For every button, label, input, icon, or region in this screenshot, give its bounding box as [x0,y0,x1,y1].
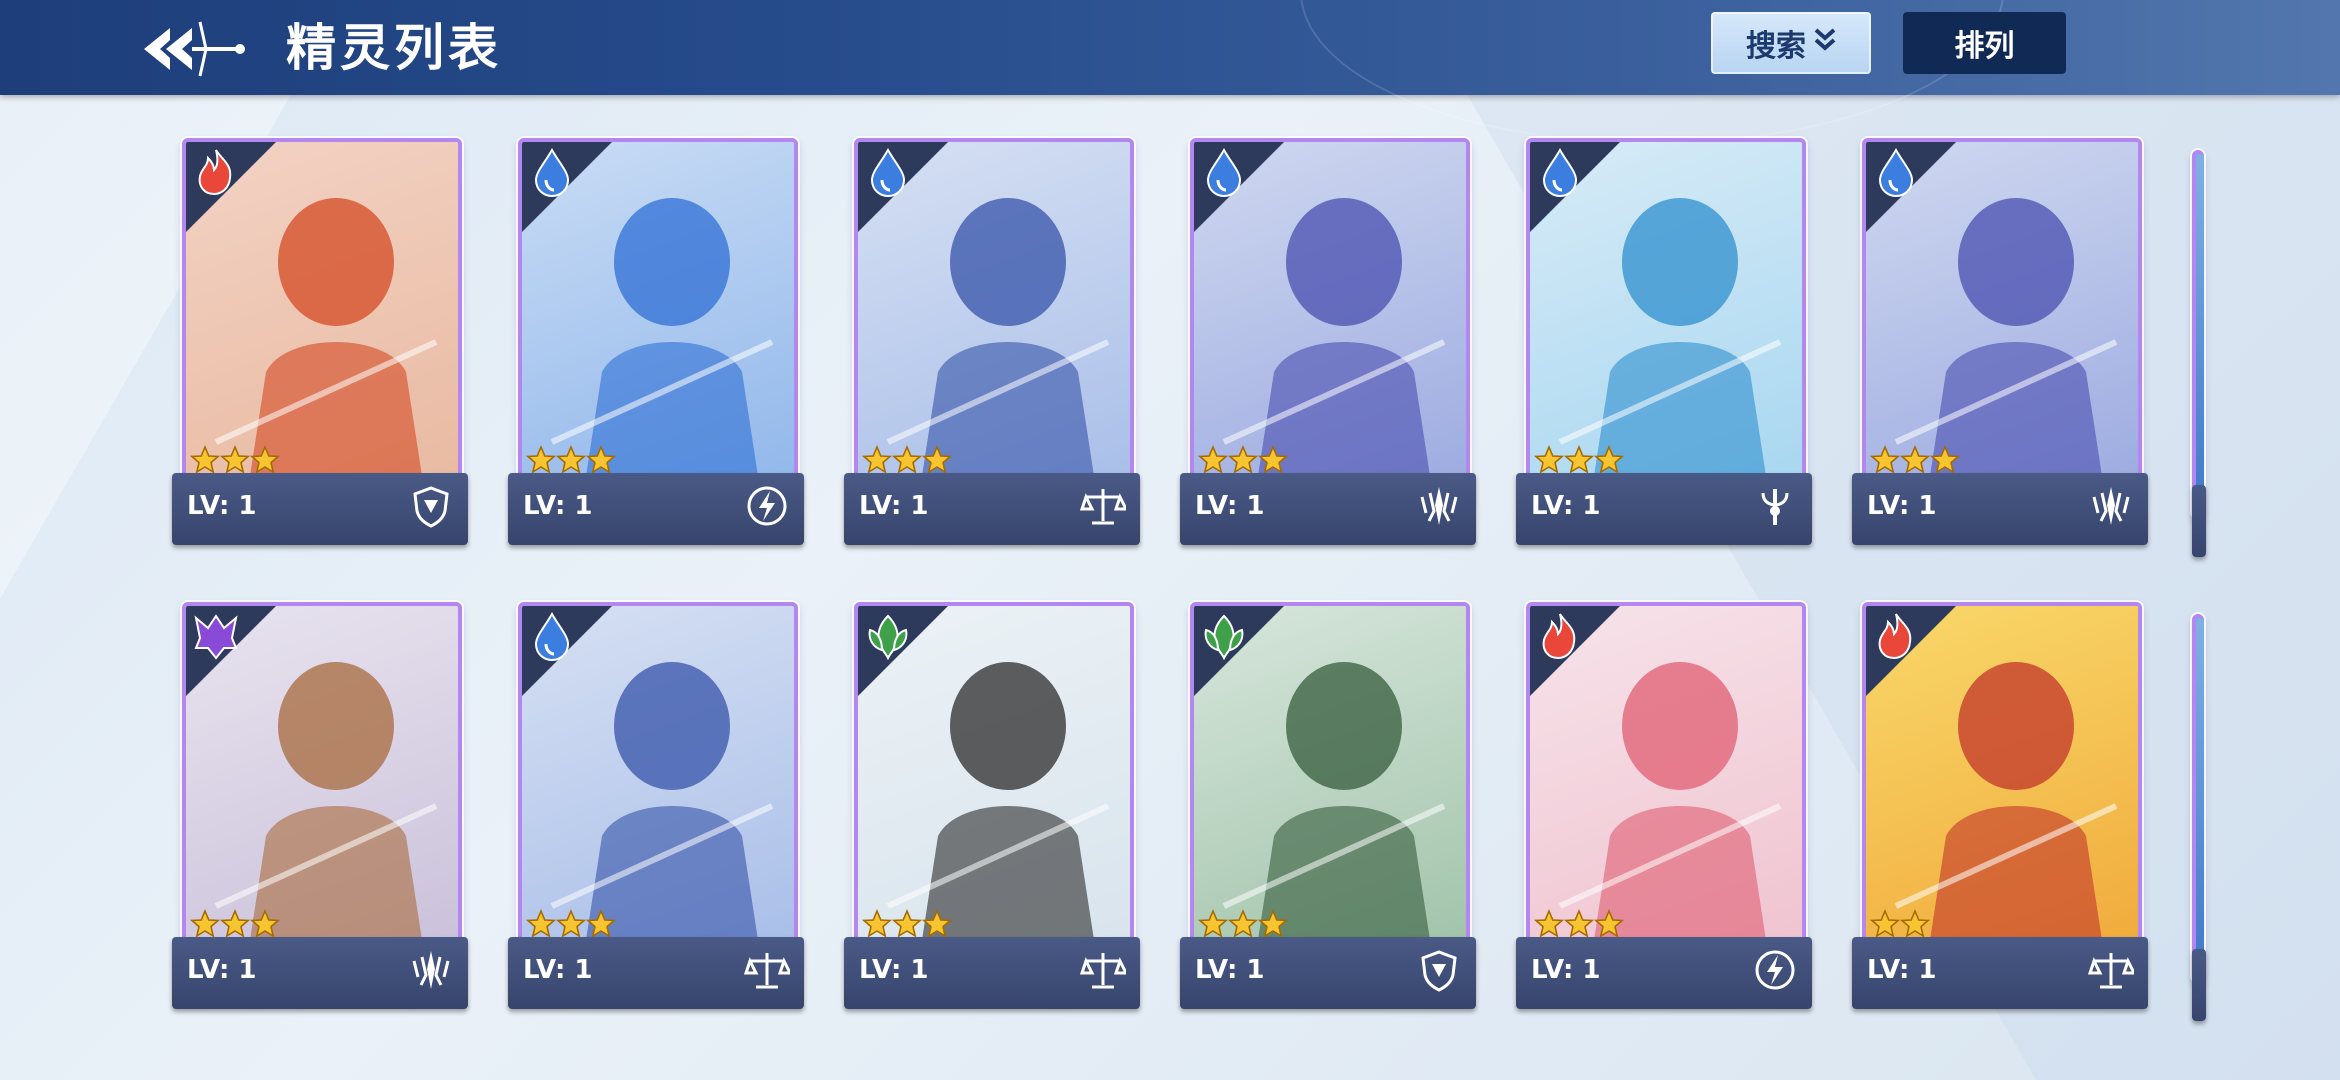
card-info-bar: LV: 1 [1180,909,1476,1009]
card-level: LV: 1 [1867,491,1937,521]
rarity-stars [862,445,952,477]
blade-icon [2088,483,2134,529]
card-level: LV: 1 [523,955,593,985]
card-info-bar: LV: 1 [172,909,468,1009]
rarity-stars [1198,909,1288,941]
card-info-bar: LV: 1 [172,445,468,545]
shield-icon [408,483,454,529]
spirit-card-partial[interactable] [2192,150,2210,570]
card-info-bar: LV: 1 [508,445,804,545]
sort-button-label: 排列 [1954,29,2015,64]
blade-icon [1416,483,1462,529]
card-info-bar: LV: 1 [1516,445,1812,545]
search-button[interactable]: 搜索 [1711,12,1871,74]
balance-scale-icon [1079,483,1129,529]
rarity-stars [1534,445,1624,477]
rarity-stars [862,909,952,941]
card-info-bar: LV: 1 [508,909,804,1009]
fire-icon [188,144,244,200]
spirit-card[interactable]: LV: 1 [844,602,1149,1022]
card-level: LV: 1 [1531,491,1601,521]
blade-icon [408,947,454,993]
search-button-label: 搜索 [1746,29,1806,64]
card-info-bar: LV: 1 [844,445,1140,545]
card-art [2192,614,2204,982]
water-drop-icon [1196,144,1252,200]
lightning-icon [1752,947,1798,993]
rarity-stars [526,909,616,941]
rarity-stars [1198,445,1288,477]
card-info-bar: LV: 1 [1852,909,2148,1009]
sort-button[interactable]: 排列 [1903,12,2066,74]
staff-icon [1752,483,1798,529]
rarity-stars [1870,445,1960,477]
fire-icon [1532,608,1588,664]
shield-icon [1416,947,1462,993]
leaf-icon [860,608,916,664]
rarity-stars [526,445,616,477]
card-level: LV: 1 [1867,955,1937,985]
balance-scale-icon [1079,947,1129,993]
water-drop-icon [1868,144,1924,200]
spirit-card[interactable]: LV: 1 [508,138,813,558]
spirit-card[interactable]: LV: 1 [1516,138,1821,558]
spirit-card-partial[interactable] [2192,614,2210,1034]
card-level: LV: 1 [187,955,257,985]
card-level: LV: 1 [859,491,929,521]
card-info-bar [2192,949,2206,1021]
card-info-bar: LV: 1 [1180,445,1476,545]
card-level: LV: 1 [1195,955,1265,985]
water-drop-icon [1532,144,1588,200]
spirit-card[interactable]: LV: 1 [1180,602,1485,1022]
water-drop-icon [524,144,580,200]
card-art [2192,150,2204,518]
spirit-card[interactable]: LV: 1 [172,138,477,558]
spirit-card[interactable]: LV: 1 [844,138,1149,558]
balance-scale-icon [743,947,793,993]
rarity-stars [190,445,280,477]
card-level: LV: 1 [859,955,929,985]
top-bar: 精灵列表 搜索 排列 [0,0,2340,144]
rarity-stars [1870,909,1930,941]
card-info-bar: LV: 1 [1852,445,2148,545]
card-info-bar: LV: 1 [844,909,1140,1009]
spirit-card[interactable]: LV: 1 [1852,138,2157,558]
rarity-stars [190,909,280,941]
back-arrow-icon[interactable] [140,14,252,84]
double-chevron-down-icon [1814,26,1836,61]
card-level: LV: 1 [187,491,257,521]
rarity-stars [1534,909,1624,941]
spirit-card[interactable]: LV: 1 [1516,602,1821,1022]
lightning-icon [744,483,790,529]
page-title: 精灵列表 [286,19,502,77]
dark-demon-icon [188,608,244,664]
leaf-icon [1196,608,1252,664]
spirit-card[interactable]: LV: 1 [172,602,477,1022]
spirit-card[interactable]: LV: 1 [1852,602,2157,1022]
card-level: LV: 1 [1195,491,1265,521]
spirit-card[interactable]: LV: 1 [508,602,813,1022]
fire-icon [1868,608,1924,664]
card-level: LV: 1 [523,491,593,521]
balance-scale-icon [2087,947,2137,993]
water-drop-icon [524,608,580,664]
card-info-bar [2192,485,2206,557]
card-info-bar: LV: 1 [1516,909,1812,1009]
card-level: LV: 1 [1531,955,1601,985]
water-drop-icon [860,144,916,200]
spirit-card[interactable]: LV: 1 [1180,138,1485,558]
